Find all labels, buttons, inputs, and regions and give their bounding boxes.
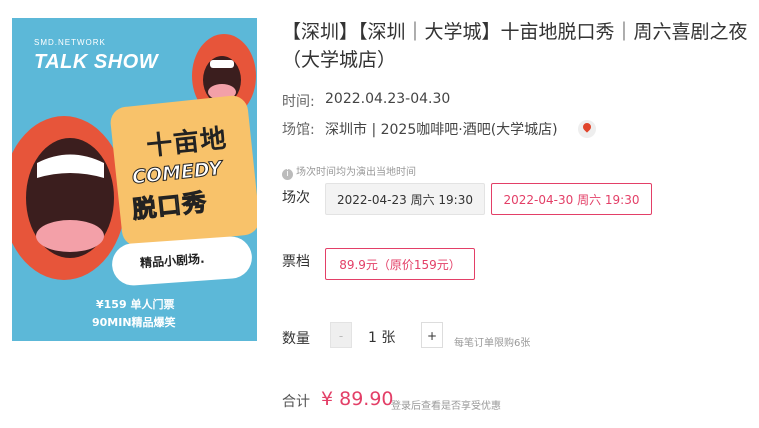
venue-value: 深圳市 | 2025咖啡吧·酒吧(大学城店) xyxy=(325,122,558,138)
event-title: 【深圳】【深圳｜大学城】十亩地脱口秀｜周六喜剧之夜（大学城店） xyxy=(282,21,748,71)
quantity-minus-button[interactable]: - xyxy=(330,322,352,348)
total-label: 合计 xyxy=(282,394,310,410)
event-poster: SMD.NETWORK TALK SHOW 十亩地 COMEDY 脱口秀 精品小… xyxy=(12,18,257,341)
tier-option[interactable]: 89.9元（原价159元） xyxy=(325,248,475,280)
time-value: 2022.04.23-04.30 xyxy=(325,91,451,107)
quantity-value: 1 张 xyxy=(368,330,396,346)
poster-brand: SMD.NETWORK xyxy=(34,38,106,47)
poster-show-title: TALK SHOW xyxy=(34,51,159,73)
timezone-notice: i 场次时间均为演出当地时间 xyxy=(282,163,416,180)
quantity-plus-button[interactable]: + xyxy=(421,322,443,348)
lips-left-illustration xyxy=(12,116,126,280)
info-icon: i xyxy=(282,169,293,180)
time-label: 时间: xyxy=(282,94,315,110)
session-option-1[interactable]: 2022-04-23 周六 19:30 xyxy=(325,183,485,215)
total-note: 登录后查看是否享受优惠 xyxy=(391,401,501,412)
quantity-limit-note: 每笔订单限购6张 xyxy=(454,338,531,349)
total-price: ¥ 89.90 xyxy=(321,388,394,410)
session-label: 场次 xyxy=(282,190,310,206)
timezone-notice-text: 场次时间均为演出当地时间 xyxy=(296,167,416,178)
quantity-label: 数量 xyxy=(282,331,310,347)
tier-label: 票档 xyxy=(282,254,310,270)
map-pin-icon[interactable] xyxy=(578,120,596,138)
venue-label: 场馆: xyxy=(282,122,315,138)
poster-price-line: ¥159 单人门票 xyxy=(96,298,175,311)
session-option-2[interactable]: 2022-04-30 周六 19:30 xyxy=(491,183,652,215)
poster-duration-line: 90MIN精品爆笑 xyxy=(92,316,176,329)
